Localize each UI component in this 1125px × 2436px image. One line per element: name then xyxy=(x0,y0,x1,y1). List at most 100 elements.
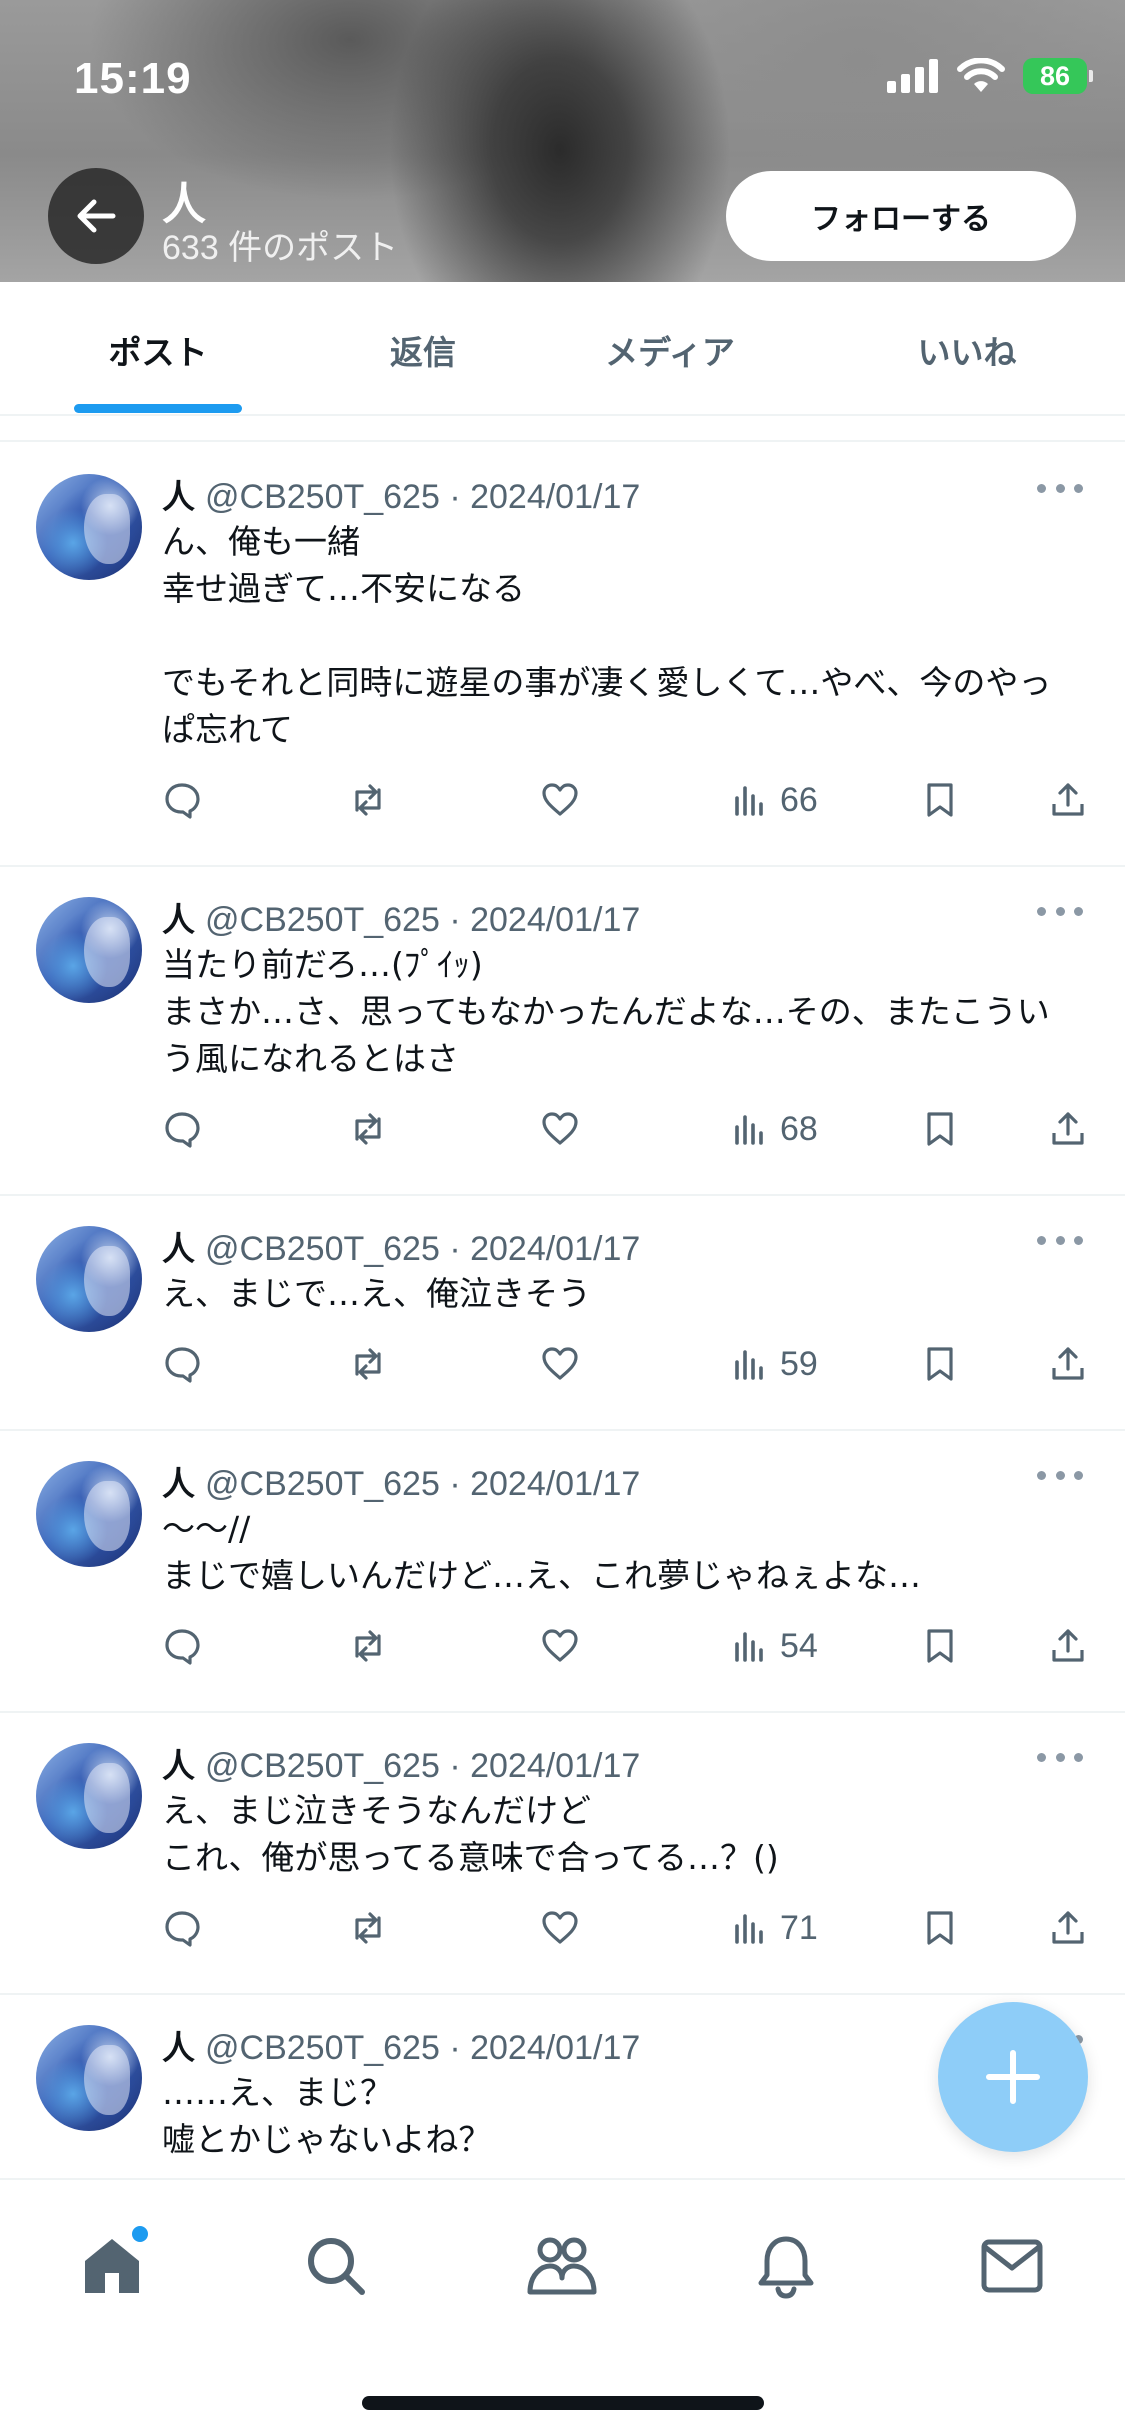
views-icon xyxy=(730,1908,770,1948)
views-button[interactable]: 59 xyxy=(730,1339,818,1389)
post-header: 人 @CB250T_625 · 2024/01/17 xyxy=(162,470,640,518)
post-actions: 68 xyxy=(162,1104,1092,1154)
repost-button[interactable] xyxy=(348,1621,388,1671)
follow-button[interactable]: フォローする xyxy=(726,171,1076,261)
avatar[interactable] xyxy=(36,2025,142,2131)
share-button[interactable] xyxy=(1048,775,1088,825)
views-icon xyxy=(730,1109,770,1149)
post-text-line: ん、俺も一緒 xyxy=(162,522,360,561)
post-actions: 66 xyxy=(162,775,1092,825)
post-author[interactable]: 人 xyxy=(162,1464,195,1503)
reply-icon xyxy=(162,1109,202,1149)
bookmark-button[interactable] xyxy=(920,1621,960,1671)
more-options-icon[interactable] xyxy=(1037,901,1083,921)
reply-button[interactable] xyxy=(162,1339,202,1389)
share-button[interactable] xyxy=(1048,1903,1088,1953)
post-author[interactable]: 人 xyxy=(162,900,195,939)
view-count: 66 xyxy=(780,780,818,819)
plus-icon xyxy=(986,2050,1040,2104)
reply-button[interactable] xyxy=(162,1621,202,1671)
views-icon xyxy=(730,1344,770,1384)
avatar[interactable] xyxy=(36,1743,142,1849)
reply-button[interactable] xyxy=(162,1104,202,1154)
views-button[interactable]: 68 xyxy=(730,1104,818,1154)
post-handle-date: @CB250T_625 · 2024/01/17 xyxy=(205,2029,641,2067)
avatar[interactable] xyxy=(36,897,142,1003)
back-button[interactable] xyxy=(48,168,144,264)
reply-icon xyxy=(162,1626,202,1666)
post-handle-date: @CB250T_625 · 2024/01/17 xyxy=(205,478,641,516)
nav-notifications[interactable] xyxy=(746,2226,826,2306)
share-button[interactable] xyxy=(1048,1621,1088,1671)
home-notification-dot xyxy=(132,2226,148,2242)
bookmark-button[interactable] xyxy=(920,775,960,825)
post-item[interactable]: 人 @CB250T_625 · 2024/01/17 ん、俺も一緒 幸せ過ぎて…不安に… xyxy=(0,444,1125,867)
post-text: え、まじで…え、俺泣きそう xyxy=(162,1270,1072,1317)
post-header: 人 @CB250T_625 · 2024/01/17 xyxy=(162,1222,640,1270)
post-text-line: でもそれと同時に遊星の事が凄く愛しくて…やべ、今のやっ xyxy=(162,663,1052,702)
more-options-icon[interactable] xyxy=(1037,1465,1083,1485)
post-text: ……え、まじ？ 嘘とかじゃないよね？ xyxy=(162,2069,1072,2163)
post-actions: 71 xyxy=(162,1903,1092,1953)
reply-button[interactable] xyxy=(162,775,202,825)
home-icon xyxy=(85,2239,139,2293)
like-button[interactable] xyxy=(540,1621,580,1671)
repost-button[interactable] xyxy=(348,1104,388,1154)
share-icon xyxy=(1048,1626,1088,1666)
like-button[interactable] xyxy=(540,1903,580,1953)
repost-icon xyxy=(348,1344,388,1384)
post-header: 人 @CB250T_625 · 2024/01/17 xyxy=(162,2021,640,2069)
more-options-icon[interactable] xyxy=(1037,478,1083,498)
reply-button[interactable] xyxy=(162,1903,202,1953)
views-icon xyxy=(730,780,770,820)
views-button[interactable]: 66 xyxy=(730,775,818,825)
like-button[interactable] xyxy=(540,1104,580,1154)
more-options-icon[interactable] xyxy=(1037,1230,1083,1250)
signal-icon xyxy=(887,59,938,93)
view-count: 54 xyxy=(780,1626,818,1665)
nav-search[interactable] xyxy=(296,2226,376,2306)
heart-icon xyxy=(540,780,580,820)
post-author[interactable]: 人 xyxy=(162,477,195,516)
compose-button[interactable] xyxy=(938,2002,1088,2152)
avatar[interactable] xyxy=(36,474,142,580)
avatar[interactable] xyxy=(36,1226,142,1332)
more-options-icon[interactable] xyxy=(1037,1747,1083,1767)
like-button[interactable] xyxy=(540,775,580,825)
tab-replies[interactable]: 返信 xyxy=(390,326,456,374)
battery-indicator: 86 xyxy=(1023,58,1093,94)
nav-home[interactable] xyxy=(72,2226,152,2306)
profile-tabs: ポスト 返信 メディア いいね xyxy=(0,282,1125,416)
share-button[interactable] xyxy=(1048,1104,1088,1154)
bookmark-button[interactable] xyxy=(920,1903,960,1953)
bookmark-button[interactable] xyxy=(920,1104,960,1154)
post-item[interactable]: 人 @CB250T_625 · 2024/01/17 〜〜// まじで嬉しいんだけど…… xyxy=(0,1431,1125,1713)
post-author[interactable]: 人 xyxy=(162,1229,195,1268)
tab-media[interactable]: メディア xyxy=(605,326,735,374)
reply-icon xyxy=(162,780,202,820)
heart-icon xyxy=(540,1626,580,1666)
wifi-icon xyxy=(957,58,1005,92)
like-button[interactable] xyxy=(540,1339,580,1389)
post-handle-date: @CB250T_625 · 2024/01/17 xyxy=(205,1465,641,1503)
tab-posts[interactable]: ポスト xyxy=(109,326,208,374)
post-item[interactable]: 人 @CB250T_625 · 2024/01/17 え、まじ泣きそうなんだけど これ… xyxy=(0,1713,1125,1995)
avatar[interactable] xyxy=(36,1461,142,1567)
tab-likes[interactable]: いいね xyxy=(918,326,1017,374)
nav-messages[interactable] xyxy=(972,2226,1052,2306)
repost-button[interactable] xyxy=(348,1339,388,1389)
repost-button[interactable] xyxy=(348,1903,388,1953)
post-text: 〜〜// まじで嬉しいんだけど…え、これ夢じゃねぇよな… xyxy=(162,1505,1072,1599)
share-button[interactable] xyxy=(1048,1339,1088,1389)
reply-icon xyxy=(162,1344,202,1384)
post-item[interactable]: 人 @CB250T_625 · 2024/01/17 え、まじで…え、俺泣きそう 59 xyxy=(0,1196,1125,1431)
nav-communities[interactable] xyxy=(522,2226,602,2306)
repost-button[interactable] xyxy=(348,775,388,825)
post-item[interactable]: 人 @CB250T_625 · 2024/01/17 当たり前だろ…(ﾌﾟｲｯ) まさ… xyxy=(0,867,1125,1196)
bookmark-button[interactable] xyxy=(920,1339,960,1389)
views-button[interactable]: 71 xyxy=(730,1903,818,1953)
bookmark-icon xyxy=(920,1109,960,1149)
views-button[interactable]: 54 xyxy=(730,1621,818,1671)
post-author[interactable]: 人 xyxy=(162,1746,195,1785)
post-author[interactable]: 人 xyxy=(162,2028,195,2067)
